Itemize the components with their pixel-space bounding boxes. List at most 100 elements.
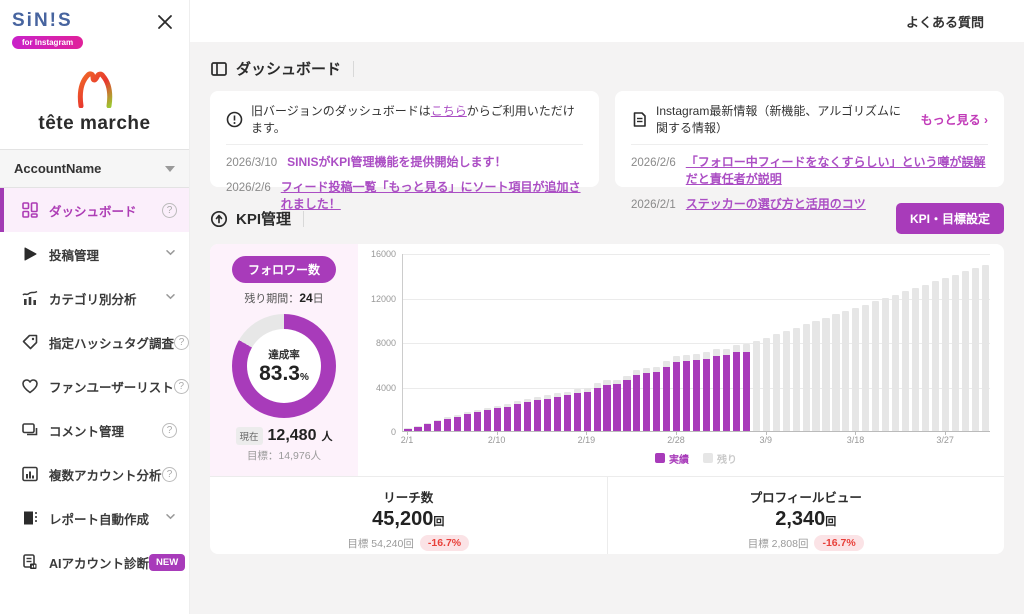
instagram-news-title: Instagram最新情報（新機能、アルゴリズムに関する情報） — [656, 102, 913, 136]
kpi-card: フォロワー数 残り期間：24日 達成率 83.3% — [210, 244, 1004, 554]
chart-plot — [402, 254, 990, 432]
announcement-link[interactable]: フィード投稿一覧「もっと見る」にソート項目が追加されました！ — [281, 178, 583, 212]
chart-bar — [891, 254, 901, 431]
chart-bar — [443, 254, 453, 431]
help-icon[interactable]: ? — [162, 467, 177, 482]
chart-legend: 実績残り — [402, 447, 990, 469]
chart-bar — [761, 254, 771, 431]
dashboard-panel-icon — [210, 60, 228, 78]
sidebar-item-label: カテゴリ別分析 — [49, 289, 165, 308]
account-brand-logo: tête marche — [0, 54, 189, 149]
chart-bar — [453, 254, 463, 431]
sidebar-item-label: ダッシュボード — [49, 201, 162, 220]
help-icon[interactable]: ? — [162, 423, 177, 438]
follower-kpi-panel: フォロワー数 残り期間：24日 達成率 83.3% — [210, 244, 358, 476]
chart-bar — [463, 254, 473, 431]
announcement-link[interactable]: 「フォロー中フィードをなくすらしい」という噂が誤解だと責任者が説明 — [686, 153, 988, 187]
kpi-bar-chart: 0400080001200016000 2/12/102/192/283/93/… — [358, 244, 1004, 476]
page-title: ダッシュボード — [236, 58, 341, 79]
chart-bar — [473, 254, 483, 431]
x-tick-label: 2/19 — [578, 435, 596, 445]
chart-bar — [503, 254, 513, 431]
sidebar-item-comment[interactable]: コメント管理? — [0, 408, 189, 452]
legend-item: 残り — [703, 451, 737, 466]
sidebar-menu: ダッシュボード?投稿管理カテゴリ別分析指定ハッシュタグ調査?ファンユーザーリスト… — [0, 188, 189, 584]
chart-bar — [781, 254, 791, 431]
chart-bar — [692, 254, 702, 431]
chart-bar — [662, 254, 672, 431]
sidebar-item-label: AIアカウント診断 — [49, 553, 149, 572]
announcement-item: 2026/2/6「フォロー中フィードをなくすらしい」という噂が誤解だと責任者が説… — [631, 153, 988, 187]
chart-bar — [423, 254, 433, 431]
chart-trend-icon — [20, 289, 39, 308]
close-icon[interactable] — [155, 12, 175, 32]
chart-bar — [602, 254, 612, 431]
sidebar-item-label: ファンユーザーリスト — [49, 377, 174, 396]
y-tick-label: 0 — [391, 427, 396, 437]
heart-icon — [20, 377, 39, 396]
stat-target: 目標 54,240回 — [347, 536, 414, 551]
announcement-link[interactable]: ステッカーの選び方と活用のコツ — [686, 195, 866, 212]
sidebar-item-heart[interactable]: ファンユーザーリスト? — [0, 364, 189, 408]
kpi-target-icon — [210, 210, 228, 228]
current-followers: 現在 12,480 人 — [218, 427, 350, 445]
help-icon[interactable]: ? — [174, 379, 189, 394]
sidebar-item-play[interactable]: 投稿管理 — [0, 232, 189, 276]
brand-row: SiN!S for Instagram — [0, 0, 189, 54]
chart-bar — [940, 254, 950, 431]
chart-bar — [483, 254, 493, 431]
x-tick-label: 3/9 — [759, 435, 772, 445]
y-axis-labels: 0400080001200016000 — [364, 254, 402, 432]
report-icon — [20, 509, 39, 528]
chart-bar — [582, 254, 592, 431]
chart-bar — [413, 254, 423, 431]
sidebar-item-bar-chart[interactable]: 複数アカウント分析? — [0, 452, 189, 496]
sidebar-item-label: 複数アカウント分析 — [49, 465, 162, 484]
kpi-stat-reach: リーチ数45,200回目標 54,240回-16.7% — [210, 477, 607, 554]
sidebar-item-ai-doc[interactable]: AIアカウント診断NEW — [0, 540, 189, 584]
sidebar-item-label: 投稿管理 — [49, 245, 165, 264]
y-tick-label: 16000 — [371, 249, 396, 259]
play-icon — [20, 245, 39, 264]
tag-icon — [20, 333, 39, 352]
announcement-list: 2026/3/10SINISがKPI管理機能を提供開始します！2026/2/6フ… — [226, 153, 583, 212]
account-selector[interactable]: AccountName — [0, 149, 189, 188]
content: ダッシュボード 旧バージョンのダッシュボードはこちらからご利用いただけます。 2… — [190, 42, 1024, 614]
sidebar-item-label: レポート自動作成 — [49, 509, 165, 528]
chart-bar — [741, 254, 751, 431]
ai-doc-icon — [20, 553, 39, 572]
faq-link[interactable]: よくある質問 — [906, 12, 984, 31]
help-icon[interactable]: ? — [174, 335, 189, 350]
kpi-settings-button[interactable]: KPI・目標設定 — [896, 203, 1004, 234]
divider — [353, 61, 354, 77]
sidebar-item-report[interactable]: レポート自動作成 — [0, 496, 189, 540]
see-more-link[interactable]: もっと見る › — [921, 111, 988, 128]
stat-label: リーチ数 — [210, 487, 607, 506]
rate-value: 83.3% — [259, 362, 309, 385]
chart-bar — [493, 254, 503, 431]
rate-label: 達成率 — [268, 347, 300, 362]
stat-label: プロフィールビュー — [608, 487, 1005, 506]
chart-bar — [811, 254, 821, 431]
sidebar-item-chart-trend[interactable]: カテゴリ別分析 — [0, 276, 189, 320]
comment-icon — [20, 421, 39, 440]
chart-bar — [831, 254, 841, 431]
announcement-link[interactable]: SINISがKPI管理機能を提供開始します！ — [287, 153, 506, 170]
chart-bar — [801, 254, 811, 431]
chart-bar — [522, 254, 532, 431]
sidebar-item-dashboard[interactable]: ダッシュボード? — [0, 188, 189, 232]
remaining-period: 残り期間：24日 — [218, 290, 350, 306]
chart-bar — [911, 254, 921, 431]
help-icon[interactable]: ? — [162, 203, 177, 218]
chart-bar — [950, 254, 960, 431]
old-version-link[interactable]: こちら — [431, 104, 467, 118]
sidebar-item-tag[interactable]: 指定ハッシュタグ調査? — [0, 320, 189, 364]
y-tick-label: 8000 — [376, 338, 396, 348]
x-axis-labels: 2/12/102/192/283/93/183/27 — [402, 432, 990, 447]
announcement-item: 2026/2/6フィード投稿一覧「もっと見る」にソート項目が追加されました！ — [226, 178, 583, 212]
sinis-logo-subtitle: for Instagram — [12, 36, 83, 49]
stat-target: 目標 2,808回 — [748, 536, 809, 551]
divider — [303, 211, 304, 227]
old-version-notice-card: 旧バージョンのダッシュボードはこちらからご利用いただけます。 2026/3/10… — [210, 91, 599, 187]
legend-item: 実績 — [655, 451, 689, 466]
